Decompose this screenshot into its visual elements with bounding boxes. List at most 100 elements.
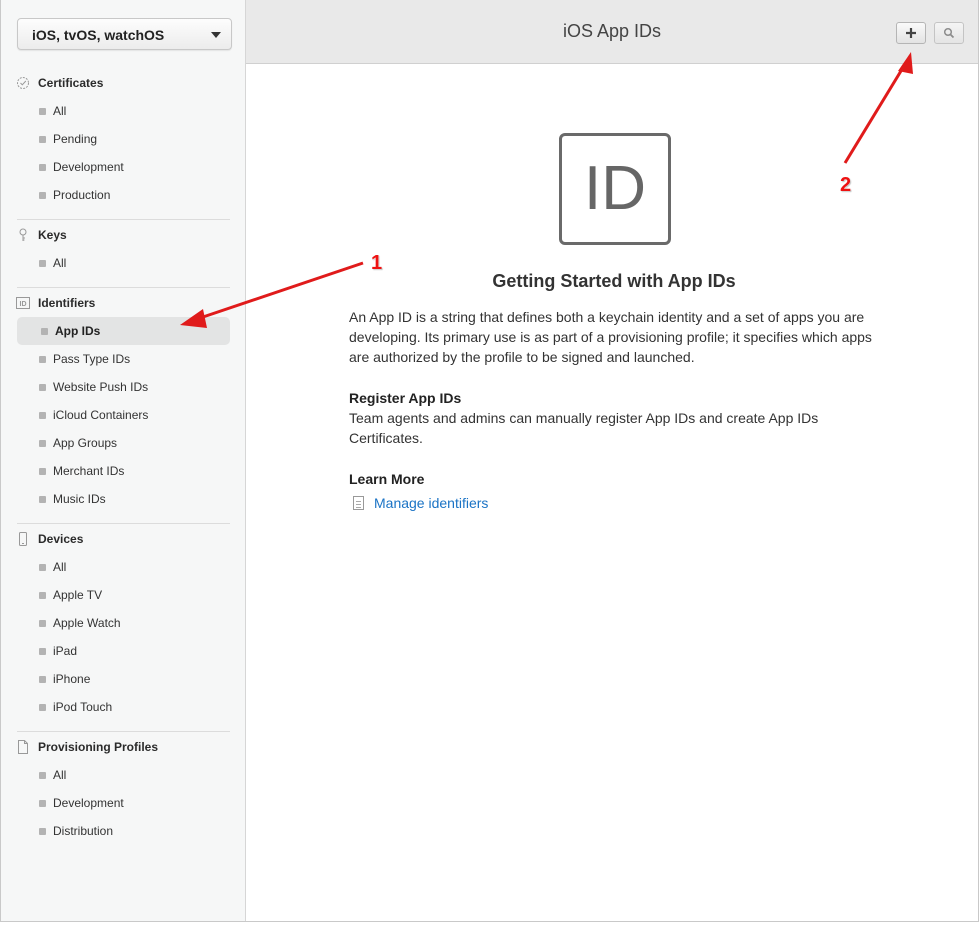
sidebar-item-apple-watch[interactable]: Apple Watch	[15, 609, 230, 637]
device-icon	[15, 531, 31, 547]
section-header-provisioning-profiles[interactable]: Provisioning Profiles	[15, 733, 230, 761]
sidebar-item-pass-type-ids[interactable]: Pass Type IDs	[15, 345, 230, 373]
link-label: Manage identifiers	[374, 495, 489, 511]
bullet-icon	[39, 107, 46, 115]
sidebar-item-devices-all[interactable]: All	[15, 553, 230, 581]
bullet-icon	[41, 327, 48, 335]
section-certificates: Certificates All Pending Development Pro…	[15, 69, 230, 209]
bullet-icon	[39, 799, 46, 807]
sidebar-item-app-ids[interactable]: App IDs	[17, 317, 230, 345]
section-title: Certificates	[38, 76, 104, 90]
sidebar-item-ipod-touch[interactable]: iPod Touch	[15, 693, 230, 721]
sidebar-item-label: Website Push IDs	[53, 380, 149, 394]
bullet-icon	[39, 259, 46, 267]
platform-select[interactable]: iOS, tvOS, watchOS	[17, 18, 232, 50]
page-title: iOS App IDs	[562, 21, 662, 41]
section-identifiers: ID Identifiers App IDs Pass Type IDs Web…	[15, 289, 230, 513]
bullet-icon	[39, 619, 46, 627]
bullet-icon	[39, 355, 46, 363]
bullet-icon	[39, 383, 46, 391]
header-bar: iOS App IDs	[246, 0, 978, 64]
bullet-icon	[39, 703, 46, 711]
section-title: Provisioning Profiles	[38, 740, 159, 754]
sidebar-item-keys-all[interactable]: All	[15, 249, 230, 277]
sidebar-item-label: Apple Watch	[53, 616, 121, 630]
sidebar-item-label: Pass Type IDs	[53, 352, 131, 366]
sidebar-item-label: Apple TV	[53, 588, 103, 602]
bullet-icon	[39, 647, 46, 655]
section-title: Identifiers	[38, 296, 96, 310]
sidebar-item-label: Development	[53, 160, 124, 174]
section-header-devices[interactable]: Devices	[15, 525, 230, 553]
section-header-certificates[interactable]: Certificates	[15, 69, 230, 97]
manage-identifiers-link[interactable]: Manage identifiers	[353, 495, 488, 511]
sidebar-item-label: iPad	[53, 644, 78, 658]
sidebar-item-label: Pending	[53, 132, 98, 146]
sidebar-item-iphone[interactable]: iPhone	[15, 665, 230, 693]
section-provisioning-profiles: Provisioning Profiles All Development Di…	[15, 733, 230, 845]
bullet-icon	[39, 827, 46, 835]
sidebar-item-profiles-distribution[interactable]: Distribution	[15, 817, 230, 845]
divider	[17, 523, 230, 524]
sidebar-item-label: Distribution	[53, 824, 114, 838]
register-text: Team agents and admins can manually regi…	[349, 410, 819, 446]
register-heading: Register App IDs	[349, 390, 462, 406]
add-button[interactable]	[896, 22, 926, 44]
sidebar-item-app-groups[interactable]: App Groups	[15, 429, 230, 457]
bullet-icon	[39, 191, 46, 199]
sidebar-item-profiles-all[interactable]: All	[15, 761, 230, 789]
id-icon: ID	[559, 133, 671, 245]
annotation-label-1: 1	[371, 252, 383, 274]
sidebar-item-certificates-development[interactable]: Development	[15, 153, 230, 181]
document-icon	[15, 739, 31, 755]
certificate-icon	[15, 75, 31, 91]
sidebar-item-ipad[interactable]: iPad	[15, 637, 230, 665]
svg-text:ID: ID	[20, 301, 27, 308]
sidebar-item-music-ids[interactable]: Music IDs	[15, 485, 230, 513]
search-button[interactable]	[934, 22, 964, 44]
sidebar-item-label: iPod Touch	[53, 700, 113, 714]
section-header-keys[interactable]: Keys	[15, 221, 230, 249]
bullet-icon	[39, 163, 46, 171]
sidebar-item-label: Development	[53, 796, 124, 810]
sidebar-item-website-push-ids[interactable]: Website Push IDs	[15, 373, 230, 401]
sidebar-item-label: Production	[53, 188, 111, 202]
sidebar-item-label: All	[53, 104, 67, 118]
section-header-identifiers[interactable]: ID Identifiers	[15, 289, 230, 317]
bullet-icon	[39, 495, 46, 503]
bullet-icon	[39, 411, 46, 419]
divider	[17, 287, 230, 288]
sidebar-item-profiles-development[interactable]: Development	[15, 789, 230, 817]
section-title: Devices	[38, 532, 84, 546]
sidebar-item-label: All	[53, 768, 67, 782]
sidebar-item-label: Music IDs	[53, 492, 106, 506]
bullet-icon	[39, 771, 46, 779]
sidebar-item-merchant-ids[interactable]: Merchant IDs	[15, 457, 230, 485]
sidebar: iOS, tvOS, watchOS Certificates All Pend…	[1, 0, 246, 921]
divider	[17, 219, 230, 220]
section-title: Keys	[38, 228, 67, 242]
platform-select-value: iOS, tvOS, watchOS	[32, 27, 165, 43]
key-icon	[15, 227, 31, 243]
bullet-icon	[39, 675, 46, 683]
main-content: ID Getting Started with App IDs An App I…	[246, 65, 978, 921]
sidebar-item-certificates-pending[interactable]: Pending	[15, 125, 230, 153]
sidebar-item-certificates-all[interactable]: All	[15, 97, 230, 125]
sidebar-item-label: App Groups	[53, 436, 118, 450]
section-devices: Devices All Apple TV Apple Watch iPad iP…	[15, 525, 230, 721]
learn-more-heading: Learn More	[349, 471, 425, 487]
search-icon	[943, 27, 955, 39]
bullet-icon	[39, 135, 46, 143]
sidebar-item-apple-tv[interactable]: Apple TV	[15, 581, 230, 609]
sidebar-item-icloud-containers[interactable]: iCloud Containers	[15, 401, 230, 429]
bullet-icon	[39, 467, 46, 475]
bullet-icon	[39, 591, 46, 599]
annotation-label-2: 2	[840, 174, 852, 196]
document-icon	[353, 496, 364, 510]
chevron-down-icon	[211, 32, 221, 38]
sidebar-item-label: iCloud Containers	[53, 408, 149, 422]
sidebar-item-label: iPhone	[53, 672, 91, 686]
divider	[17, 731, 230, 732]
sidebar-item-certificates-production[interactable]: Production	[15, 181, 230, 209]
section-keys: Keys All	[15, 221, 230, 277]
